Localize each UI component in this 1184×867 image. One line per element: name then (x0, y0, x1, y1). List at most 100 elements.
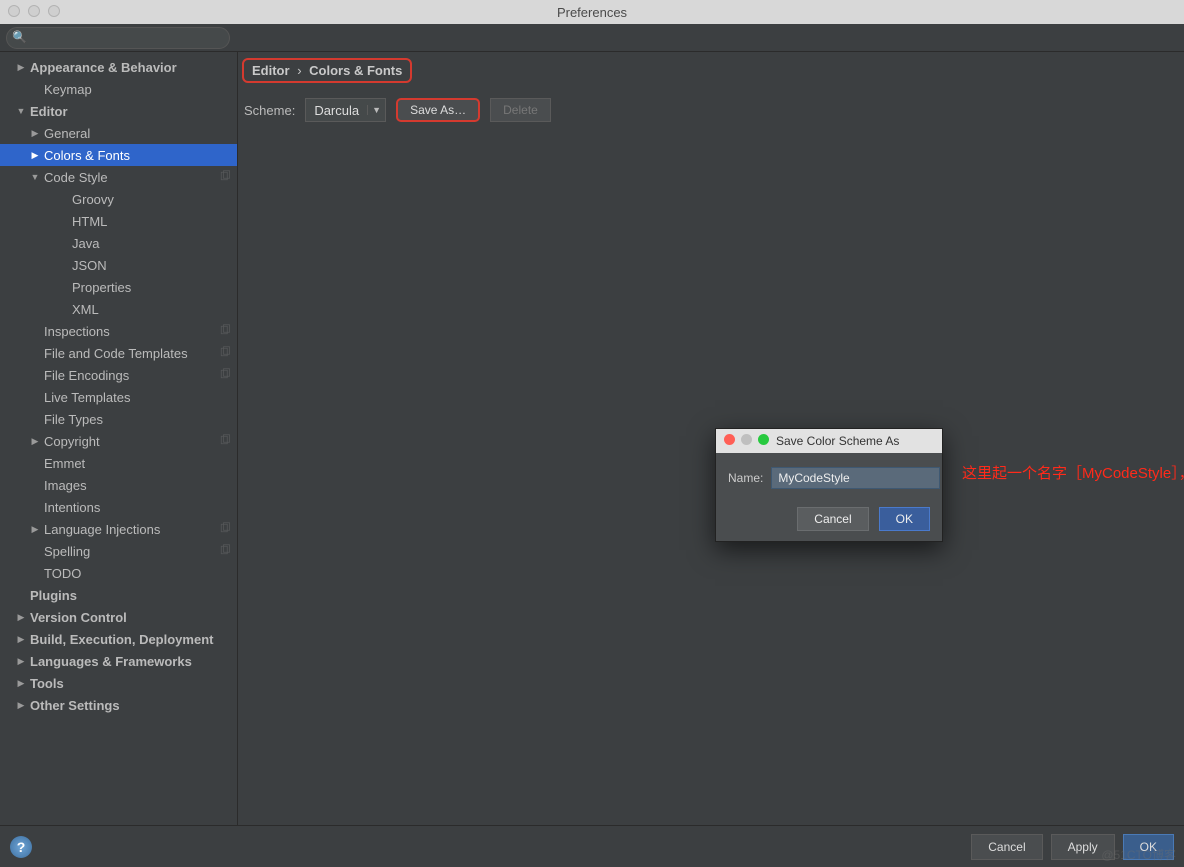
sidebar-item-label: Build, Execution, Deployment (30, 632, 231, 647)
dialog-cancel-button[interactable]: Cancel (797, 507, 868, 531)
sidebar-item-appearance-behavior[interactable]: ▶Appearance & Behavior (0, 56, 237, 78)
scheme-label: Scheme: (244, 103, 295, 118)
chevron-right-icon: ▶ (16, 678, 26, 689)
sidebar-item-label: Properties (72, 280, 231, 295)
dialog-max-icon[interactable] (758, 434, 769, 445)
sidebar-item-label: Other Settings (30, 698, 231, 713)
sidebar-item-label: TODO (44, 566, 231, 581)
sidebar-item-plugins[interactable]: Plugins (0, 584, 237, 606)
dialog-min-icon (741, 434, 752, 445)
dialog-ok-button[interactable]: OK (879, 507, 930, 531)
delete-button: Delete (490, 98, 551, 122)
sidebar-item-label: Language Injections (44, 522, 215, 537)
search-input[interactable] (6, 27, 230, 49)
sidebar-item-groovy[interactable]: Groovy (0, 188, 237, 210)
window-title: Preferences (557, 5, 627, 20)
sidebar-item-other-settings[interactable]: ▶ Other Settings (0, 694, 237, 716)
sidebar-item-code-style[interactable]: ▼Code Style (0, 166, 237, 188)
chevron-right-icon: ▶ (30, 524, 40, 535)
sidebar-item-label: XML (72, 302, 231, 317)
settings-tree[interactable]: ▶Appearance & BehaviorKeymap▼Editor▶Gene… (0, 52, 238, 825)
cancel-button[interactable]: Cancel (971, 834, 1042, 860)
chevron-right-icon: ▶ (30, 436, 40, 447)
scheme-name-input[interactable] (771, 467, 940, 489)
sidebar-item-keymap[interactable]: Keymap (0, 78, 237, 100)
sidebar-item-label: Groovy (72, 192, 231, 207)
chevron-right-icon: ▶ (16, 634, 26, 645)
sidebar-item-properties[interactable]: Properties (0, 276, 237, 298)
project-level-icon (215, 522, 231, 537)
chevron-right-icon: ▶ (16, 700, 26, 711)
project-level-icon (215, 170, 231, 185)
dialog-titlebar: Save Color Scheme As (716, 429, 942, 453)
sidebar-item-label: File and Code Templates (44, 346, 215, 361)
sidebar-item-colors-fonts[interactable]: ▶ Colors & Fonts (0, 144, 237, 166)
sidebar-item-label: Appearance & Behavior (30, 60, 231, 75)
sidebar-item-emmet[interactable]: Emmet (0, 452, 237, 474)
sidebar-item-file-and-code-templates[interactable]: File and Code Templates (0, 342, 237, 364)
traffic-close-icon[interactable] (8, 5, 20, 17)
sidebar-item-version-control[interactable]: ▶Version Control (0, 606, 237, 628)
chevron-right-icon: ▶ (16, 656, 26, 667)
project-level-icon (215, 346, 231, 361)
window-titlebar: Preferences (0, 0, 1184, 24)
chevron-down-icon: ▼ (367, 105, 385, 115)
sidebar-item-label: Emmet (44, 456, 231, 471)
sidebar-item-label: Copyright (44, 434, 215, 449)
sidebar-item-label: File Types (44, 412, 231, 427)
sidebar-item-label: Java (72, 236, 231, 251)
sidebar-item-todo[interactable]: TODO (0, 562, 237, 584)
project-level-icon (215, 434, 231, 449)
sidebar-item-spelling[interactable]: Spelling (0, 540, 237, 562)
sidebar-item-label: Plugins (30, 588, 231, 603)
dialog-close-icon[interactable] (724, 434, 735, 445)
sidebar-item-html[interactable]: HTML (0, 210, 237, 232)
sidebar-item-label: Languages & Frameworks (30, 654, 231, 669)
sidebar-item-live-templates[interactable]: Live Templates (0, 386, 237, 408)
sidebar-item-language-injections[interactable]: ▶ Language Injections (0, 518, 237, 540)
watermark: @51CTO博客 (1101, 846, 1176, 863)
sidebar-item-label: General (44, 126, 231, 141)
sidebar-item-label: Live Templates (44, 390, 231, 405)
save-as-button[interactable]: Save As… (396, 98, 480, 122)
breadcrumb-part2: Colors & Fonts (309, 63, 402, 78)
sidebar-item-label: Colors & Fonts (44, 148, 231, 163)
chevron-right-icon: › (297, 63, 301, 78)
search-icon: 🔍 (12, 30, 27, 44)
sidebar-item-file-types[interactable]: File Types (0, 408, 237, 430)
traffic-lights (8, 5, 60, 17)
sidebar-item-general[interactable]: ▶ General (0, 122, 237, 144)
breadcrumb-part1: Editor (252, 63, 290, 78)
chevron-down-icon: ▼ (16, 106, 26, 116)
sidebar-item-tools[interactable]: ▶Tools (0, 672, 237, 694)
dialog-footer: ? Cancel Apply OK @51CTO博客 (0, 825, 1184, 867)
breadcrumb: Editor › Colors & Fonts (242, 58, 412, 83)
project-level-icon (215, 544, 231, 559)
sidebar-item-label: Inspections (44, 324, 215, 339)
sidebar-item-build-execution-deployment[interactable]: ▶ Build, Execution, Deployment (0, 628, 237, 650)
sidebar-item-label: Images (44, 478, 231, 493)
dialog-title: Save Color Scheme As (776, 434, 899, 448)
sidebar-item-editor[interactable]: ▼ Editor (0, 100, 237, 122)
traffic-min-icon[interactable] (28, 5, 40, 17)
sidebar-item-java[interactable]: Java (0, 232, 237, 254)
chevron-right-icon: ▶ (30, 128, 40, 139)
project-level-icon (215, 368, 231, 383)
content-pane: Editor › Colors & Fonts Scheme: Darcula … (238, 52, 1184, 825)
sidebar-item-xml[interactable]: XML (0, 298, 237, 320)
sidebar-item-intentions[interactable]: Intentions (0, 496, 237, 518)
chevron-right-icon: ▶ (30, 150, 40, 161)
sidebar-item-json[interactable]: JSON (0, 254, 237, 276)
scheme-dropdown[interactable]: Darcula ▼ (305, 98, 386, 122)
sidebar-item-images[interactable]: Images (0, 474, 237, 496)
help-button[interactable]: ? (10, 836, 32, 858)
sidebar-item-languages-frameworks[interactable]: ▶ Languages & Frameworks (0, 650, 237, 672)
traffic-max-icon[interactable] (48, 5, 60, 17)
name-label: Name: (728, 471, 763, 485)
sidebar-item-label: Editor (30, 104, 231, 119)
sidebar-item-copyright[interactable]: ▶ Copyright (0, 430, 237, 452)
project-level-icon (215, 324, 231, 339)
sidebar-item-file-encodings[interactable]: File Encodings (0, 364, 237, 386)
chevron-down-icon: ▼ (30, 172, 40, 182)
sidebar-item-inspections[interactable]: Inspections (0, 320, 237, 342)
